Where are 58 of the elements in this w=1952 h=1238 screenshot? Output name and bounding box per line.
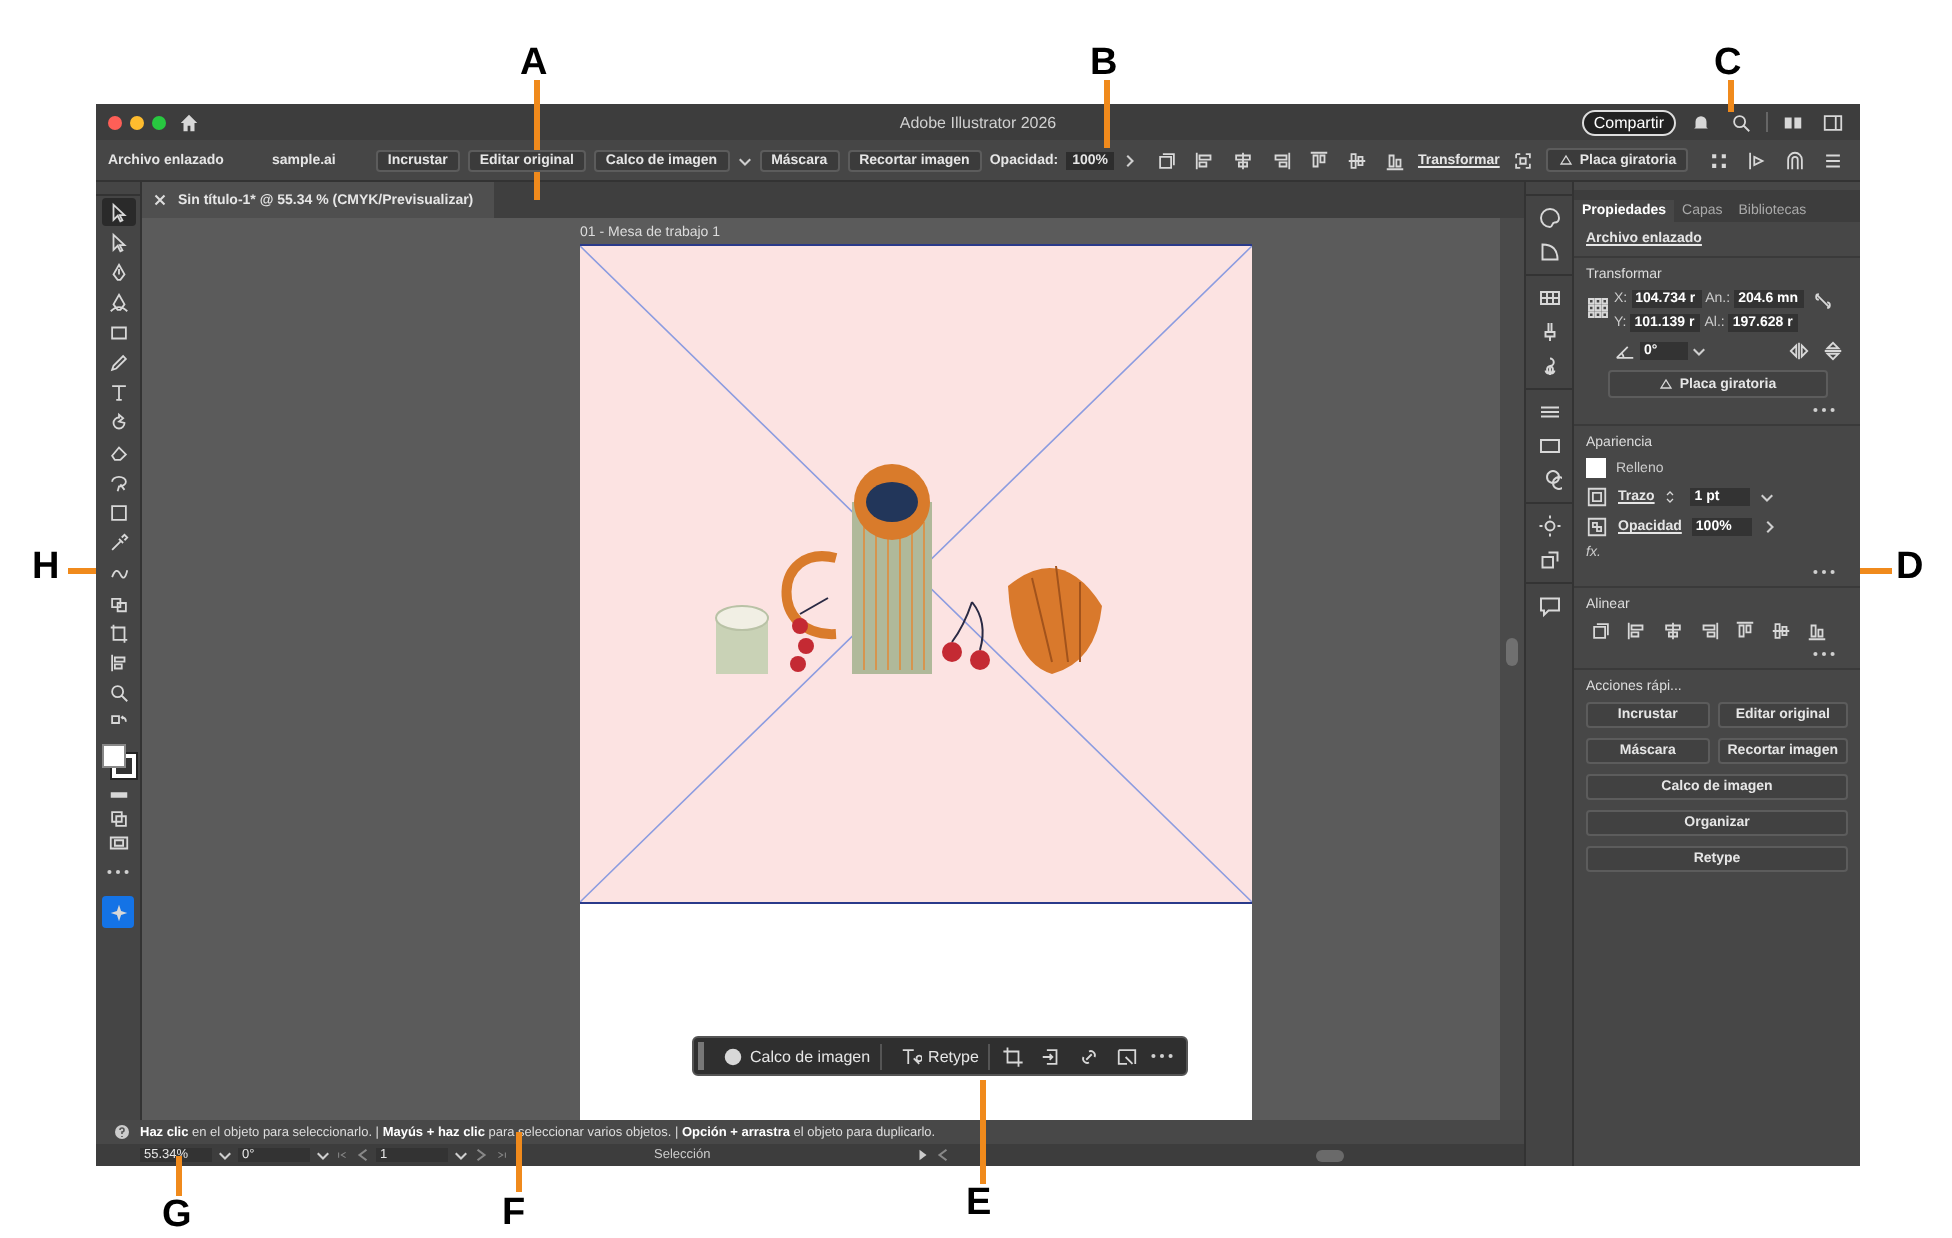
more-icon[interactable] <box>1812 406 1836 414</box>
crop-icon[interactable] <box>998 1045 1029 1067</box>
scrollbar-thumb[interactable] <box>1506 638 1518 666</box>
zoom-window-button[interactable] <box>152 115 166 129</box>
chevron-down-icon <box>316 1148 330 1162</box>
triangle-icon <box>1657 376 1674 392</box>
first-artboard-icon[interactable] <box>336 1148 350 1162</box>
text-retype-icon <box>900 1045 923 1067</box>
chevron-down-icon <box>1692 344 1706 358</box>
leader-line <box>1104 80 1110 148</box>
flip-horizontal-icon[interactable] <box>1784 340 1814 362</box>
chevron-down-icon <box>218 1148 232 1162</box>
close-icon[interactable] <box>154 194 166 206</box>
retype-button[interactable]: Retype <box>890 1043 991 1069</box>
reference-point-icon <box>1586 296 1610 320</box>
callout-label: H <box>32 548 60 588</box>
triangle-icon <box>1557 152 1574 168</box>
sparkle-icon <box>107 901 129 923</box>
callout-label: B <box>1090 44 1118 84</box>
leader-line <box>516 1132 522 1192</box>
share-button[interactable]: Compartir <box>1581 109 1676 135</box>
leader-line <box>980 1080 986 1184</box>
play-triangle-icon[interactable] <box>916 1148 931 1162</box>
callout-label: E <box>966 1184 992 1224</box>
callout-label: F <box>502 1194 526 1234</box>
chevron-right-icon <box>1121 153 1136 167</box>
sparkle-tool-button[interactable] <box>102 896 134 928</box>
previous-artboard-icon[interactable] <box>356 1148 370 1162</box>
callout-label: D <box>1896 548 1924 588</box>
more-icon[interactable] <box>106 868 130 876</box>
circle-icon <box>722 1045 744 1067</box>
callout-label: G <box>162 1196 192 1236</box>
window-title: Adobe Illustrator 2026 <box>899 113 1057 131</box>
more-icon[interactable] <box>1150 1052 1175 1060</box>
more-icon[interactable] <box>1812 650 1836 658</box>
more-icon[interactable] <box>1812 568 1836 576</box>
next-artboard-icon[interactable] <box>474 1148 488 1162</box>
callout-label: C <box>1714 44 1742 84</box>
fill-stroke-swatch[interactable] <box>102 744 134 776</box>
callout-label: A <box>520 44 548 84</box>
panel-layout-icon[interactable] <box>1818 111 1848 133</box>
fill-swatch[interactable] <box>1586 458 1606 478</box>
chevron-down-icon <box>737 153 752 167</box>
leader-line <box>176 1156 182 1196</box>
close-window-button[interactable] <box>108 115 122 129</box>
opacity-swatch-icon <box>1586 516 1608 538</box>
stroke-swatch-icon <box>1586 486 1608 508</box>
opacity-arrow-button[interactable] <box>1121 153 1136 167</box>
chevron-right-icon <box>1761 520 1776 534</box>
scroll-left-icon[interactable] <box>936 1148 951 1162</box>
chevron-down-icon <box>1760 490 1775 504</box>
minimize-window-button[interactable] <box>130 115 144 129</box>
chevron-down-icon <box>454 1148 468 1162</box>
dropdown-button[interactable] <box>737 153 752 167</box>
image-trace-button[interactable]: Calco de imagen <box>712 1043 883 1069</box>
last-artboard-icon[interactable] <box>494 1148 508 1162</box>
scrollbar-thumb[interactable] <box>1316 1149 1345 1161</box>
help-icon[interactable] <box>114 1124 130 1140</box>
